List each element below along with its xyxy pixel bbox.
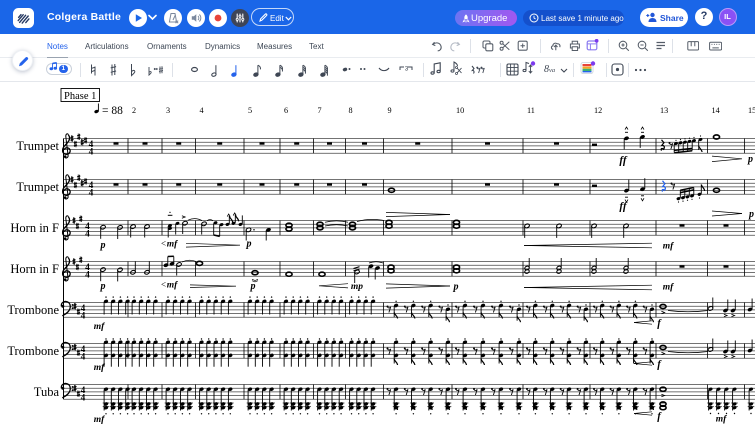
svg-text:4: 4 [81,393,86,403]
svg-text:f: f [657,412,662,423]
svg-text:mf: mf [663,283,674,293]
svg-text:3: 3 [166,106,170,115]
svg-text:mf: mf [167,240,178,250]
svg-text:6: 6 [284,106,288,115]
svg-text:9: 9 [388,106,392,115]
svg-text:4: 4 [200,106,204,115]
svg-text:2: 2 [132,106,136,115]
svg-text:mf: mf [94,322,105,332]
svg-text:ff: ff [619,155,627,167]
svg-text:Trumpet: Trumpet [16,180,59,194]
svg-text:mf: mf [663,242,674,252]
svg-text:p: p [250,281,256,292]
svg-text:f: f [657,360,662,371]
svg-text:3: 3 [405,66,409,73]
svg-text:p: p [246,239,252,250]
svg-text:4: 4 [81,311,86,321]
svg-text:4: 4 [85,270,90,280]
svg-text:Trumpet: Trumpet [16,139,59,153]
svg-text:12: 12 [594,106,602,115]
svg-text:p: p [748,209,754,220]
svg-text:Horn in F: Horn in F [10,221,59,235]
svg-text:14: 14 [712,106,720,115]
svg-text:13: 13 [660,106,668,115]
svg-text:p: p [100,281,106,292]
svg-text:11: 11 [527,106,535,115]
svg-text:<: < [161,239,166,249]
svg-text:15: 15 [748,106,755,115]
svg-text:p: p [453,282,459,293]
svg-text:4: 4 [89,188,94,198]
svg-text:p: p [747,154,753,165]
svg-text:<: < [161,280,166,290]
svg-text:7: 7 [318,106,322,115]
svg-text:mf: mf [94,415,105,424]
svg-text:8: 8 [349,106,353,115]
svg-text:= 88: = 88 [102,105,123,117]
svg-text:4: 4 [85,229,90,239]
svg-text:mf: mf [167,281,178,291]
svg-text:Trombone: Trombone [7,303,59,317]
svg-text:Trombone: Trombone [7,344,59,358]
svg-text:4: 4 [89,147,94,157]
svg-text:5: 5 [248,106,252,115]
svg-text:Phase 1: Phase 1 [64,91,96,102]
svg-text:Horn in F: Horn in F [10,262,59,276]
svg-text:f: f [657,319,662,330]
svg-text:mf: mf [94,363,105,373]
svg-text:mf: mf [716,415,727,424]
svg-text:Tuba: Tuba [34,385,60,399]
svg-text:mp: mp [351,282,363,292]
svg-text:4: 4 [81,352,86,362]
svg-text:10: 10 [456,106,464,115]
svg-text:p: p [100,240,106,251]
